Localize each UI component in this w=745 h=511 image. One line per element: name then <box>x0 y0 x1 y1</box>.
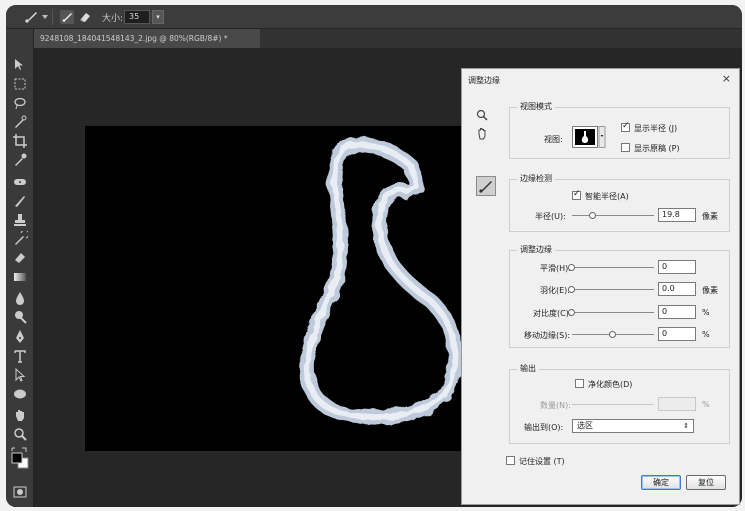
show-original-checkbox[interactable] <box>621 143 630 152</box>
image-canvas[interactable] <box>85 126 497 451</box>
ellipse-icon[interactable] <box>12 386 28 402</box>
quick-select-icon[interactable] <box>12 114 28 130</box>
radius-slider-track[interactable] <box>572 215 654 216</box>
feather-slider-track[interactable] <box>572 289 654 290</box>
shift-edge-input[interactable]: 0 <box>658 327 696 341</box>
size-label: 大小: <box>102 14 124 24</box>
pen-icon[interactable] <box>12 329 28 345</box>
output-to-select[interactable]: 选区 ⇕ <box>572 419 694 433</box>
shift-edge-label: 移动边缘(S): <box>524 331 571 340</box>
show-original-label: 显示原稿 (P) <box>634 144 680 153</box>
smart-radius-checkbox[interactable] <box>572 189 581 200</box>
shift-edge-unit: % <box>702 330 710 339</box>
stamp-icon[interactable] <box>12 212 28 228</box>
view-mode-picker[interactable] <box>572 126 606 148</box>
dialog-title: 调整边缘 <box>468 76 500 85</box>
amount-label: 数量(N): <box>540 401 571 410</box>
adjust-edge-legend: 调整边缘 <box>517 244 555 255</box>
healing-icon[interactable] <box>12 174 28 190</box>
color-swatches-icon[interactable] <box>10 447 30 469</box>
reset-button[interactable]: 复位 <box>686 475 726 490</box>
brush-icon[interactable] <box>60 10 74 24</box>
feather-label: 羽化(E): <box>540 286 570 295</box>
crop-icon[interactable] <box>12 133 28 149</box>
amount-slider-track <box>572 404 654 405</box>
contrast-input[interactable]: 0 <box>658 305 696 319</box>
decontaminate-label: 净化颜色(D) <box>588 380 633 389</box>
history-brush-icon[interactable] <box>12 231 28 247</box>
blur-icon[interactable] <box>12 290 28 306</box>
brush-icon[interactable] <box>24 10 38 24</box>
smooth-label: 平滑(H): <box>540 264 571 273</box>
move-icon[interactable] <box>12 57 28 73</box>
feather-unit: 像素 <box>702 286 718 295</box>
refine-radius-icon[interactable] <box>476 176 496 196</box>
contrast-label: 对比度(C): <box>533 309 572 318</box>
zoom-icon[interactable] <box>12 426 28 442</box>
view-mode-legend: 视图模式 <box>517 101 555 112</box>
options-bar: 大小: 35 ▾ <box>6 5 742 29</box>
edge-detection-legend: 边缘检测 <box>517 173 555 184</box>
contrast-slider-track[interactable] <box>572 312 654 313</box>
dialog-zoom-icon[interactable] <box>476 109 488 121</box>
gradient-icon[interactable] <box>12 269 28 285</box>
smart-radius-label: 智能半径(A) <box>585 192 629 201</box>
remember-settings-checkbox[interactable] <box>506 456 515 465</box>
view-label: 视图: <box>544 135 563 144</box>
edge-detection-group <box>509 179 730 232</box>
radius-label: 半径(U): <box>535 212 566 221</box>
smooth-input[interactable]: 0 <box>658 260 696 274</box>
dialog-hand-icon[interactable] <box>476 127 488 140</box>
eraser-tool-icon[interactable] <box>12 250 28 266</box>
remember-settings-label: 记住设置 (T) <box>519 457 565 466</box>
ok-button[interactable]: 确定 <box>641 475 681 490</box>
quick-mask-icon[interactable] <box>12 484 28 500</box>
output-to-label: 输出到(O): <box>524 423 564 432</box>
type-icon[interactable] <box>12 348 28 364</box>
contrast-slider-knob[interactable] <box>568 309 575 316</box>
document-tab[interactable]: 9248108_184041548143_2.jpg @ 80%(RGB/8#)… <box>34 29 260 48</box>
toolbox <box>6 29 34 507</box>
smooth-slider-knob[interactable] <box>568 264 575 271</box>
marquee-icon[interactable] <box>12 76 28 92</box>
smooth-slider-track[interactable] <box>572 267 654 268</box>
output-legend: 输出 <box>517 363 539 374</box>
separator <box>52 9 53 25</box>
refine-edge-dialog: 调整边缘 × 视图模式 视图: 显示半径 (J) 显示原稿 (P) 边缘检测 智… <box>461 68 740 505</box>
output-to-value: 选区 <box>577 421 593 430</box>
contrast-unit: % <box>702 308 710 317</box>
lasso-icon[interactable] <box>12 95 28 111</box>
show-radius-label: 显示半径 (J) <box>634 124 678 133</box>
amount-unit: % <box>702 400 710 409</box>
shift-edge-slider-knob[interactable] <box>609 331 616 338</box>
hand-icon[interactable] <box>12 407 28 423</box>
radius-unit: 像素 <box>702 212 718 221</box>
feather-slider-knob[interactable] <box>568 286 575 293</box>
dodge-icon[interactable] <box>12 309 28 325</box>
radius-input[interactable]: 19.8 <box>658 208 696 222</box>
brush-size-field[interactable]: 35 <box>124 10 150 24</box>
eyedropper-icon[interactable] <box>12 152 28 168</box>
show-radius-checkbox[interactable] <box>621 121 630 132</box>
brush-size-picker-button[interactable]: ▾ <box>152 10 164 24</box>
eraser-icon[interactable] <box>78 10 92 24</box>
path-select-icon[interactable] <box>12 367 28 383</box>
brush-tool-icon[interactable] <box>12 193 28 209</box>
view-mode-group <box>509 107 730 159</box>
tool-preset-dropdown-icon[interactable] <box>42 15 48 19</box>
select-arrows-icon: ⇕ <box>683 422 689 430</box>
amount-input <box>658 397 696 411</box>
close-icon[interactable]: × <box>722 72 731 85</box>
document-tab-title: 9248108_184041548143_2.jpg @ 80%(RGB/8#)… <box>40 34 228 43</box>
selection-edge-preview <box>299 137 463 425</box>
document-tab-bar: 9248108_184041548143_2.jpg @ 80%(RGB/8#)… <box>34 29 742 48</box>
feather-input[interactable]: 0.0 <box>658 282 696 296</box>
decontaminate-checkbox[interactable] <box>575 379 584 388</box>
